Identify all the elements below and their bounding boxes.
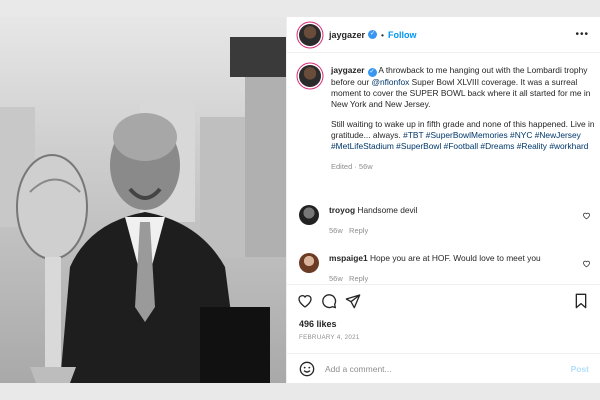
author-avatar[interactable]	[299, 23, 321, 46]
photo-illustration	[0, 37, 286, 383]
like-comment-heart-icon[interactable]	[582, 259, 591, 268]
share-send-icon[interactable]	[345, 293, 361, 309]
add-comment-bar: Add a comment... Post	[287, 353, 600, 383]
background-band-bottom	[0, 383, 600, 400]
more-options-icon[interactable]: •••	[575, 29, 589, 40]
edited-timestamp: Edited · 56w	[331, 162, 373, 171]
post-date: FEBRUARY 4, 2021	[299, 334, 360, 341]
reply-button[interactable]: Reply	[349, 274, 368, 283]
add-comment-input[interactable]: Add a comment...	[325, 364, 571, 374]
author-username[interactable]: jaygazer	[329, 30, 365, 40]
post-comment-button[interactable]: Post	[571, 364, 589, 374]
background-band-top	[0, 0, 600, 17]
comment-text: Handsome devil	[355, 205, 418, 215]
comment-time: 56w	[329, 226, 343, 235]
emoji-icon[interactable]	[299, 361, 315, 377]
post-actions: 496 likes FEBRUARY 4, 2021	[287, 284, 600, 344]
post-detail-panel: jaygazer ✓ • Follow ••• jaygazer ✓ A thro…	[286, 17, 600, 383]
reply-button[interactable]: Reply	[349, 226, 368, 235]
like-comment-heart-icon[interactable]	[582, 211, 591, 220]
commenter-avatar[interactable]	[299, 205, 319, 225]
separator-dot: •	[381, 29, 385, 40]
commenter-username[interactable]: mspaige1	[329, 253, 368, 263]
caption-author[interactable]: jaygazer	[331, 65, 365, 75]
follow-button[interactable]: Follow	[388, 30, 417, 40]
comment-time: 56w	[329, 274, 343, 283]
caption-text: jaygazer ✓ A throwback to me hanging out …	[331, 65, 595, 172]
comment-item: mspaige1 Hope you are at HOF. Would love…	[299, 253, 595, 284]
caption-verified-icon: ✓	[367, 68, 377, 77]
commenter-username[interactable]: troyog	[329, 205, 355, 215]
commenter-avatar[interactable]	[299, 253, 319, 273]
verified-badge-icon: ✓	[368, 30, 378, 39]
post-header: jaygazer ✓ • Follow •••	[287, 17, 600, 53]
comment-bubble-icon[interactable]	[321, 293, 337, 309]
post-photo[interactable]	[0, 17, 286, 383]
comment-item: troyog Handsome devil 56w Reply	[299, 205, 595, 236]
bookmark-save-icon[interactable]	[573, 293, 589, 309]
likes-count[interactable]: 496 likes	[299, 319, 337, 329]
caption-author-avatar[interactable]	[299, 65, 321, 87]
like-heart-icon[interactable]	[297, 293, 313, 309]
mention-link[interactable]: @nflonfox	[372, 77, 410, 87]
comment-text: Hope you are at HOF. Would love to meet …	[367, 253, 541, 263]
caption-area: jaygazer ✓ A throwback to me hanging out …	[299, 65, 595, 172]
